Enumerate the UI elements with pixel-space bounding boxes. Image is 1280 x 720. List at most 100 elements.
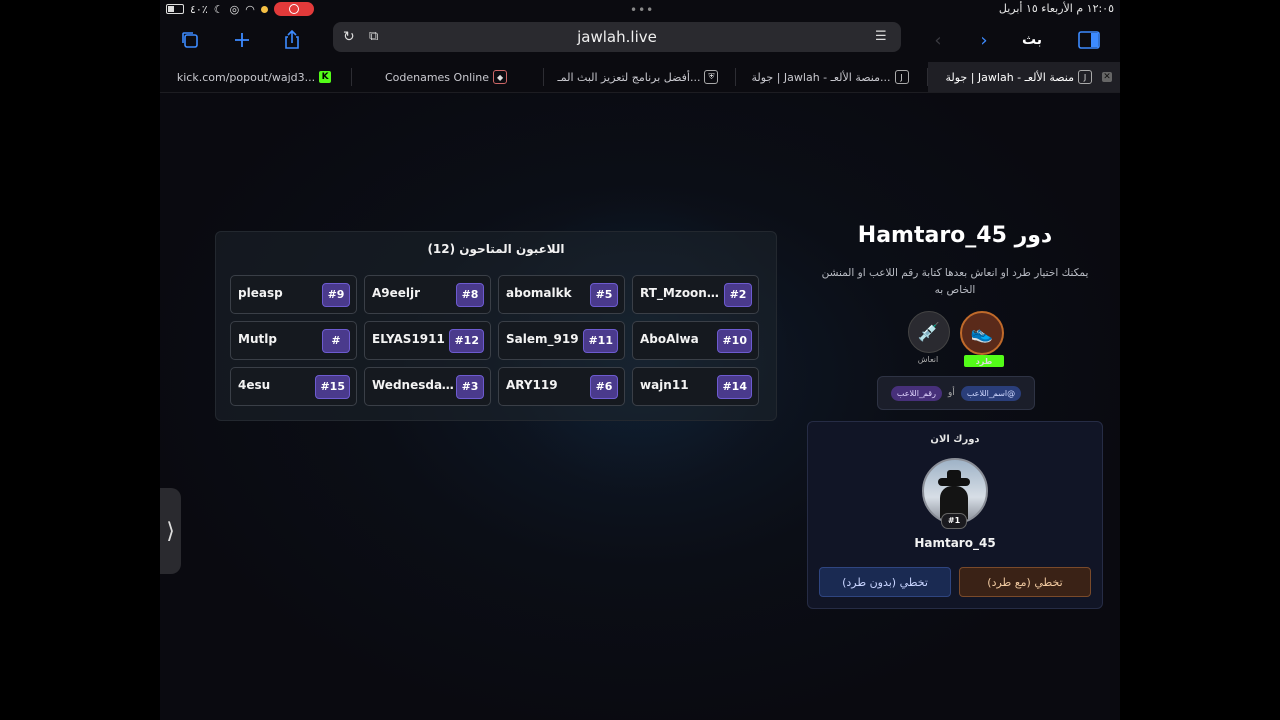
new-tab-icon[interactable] [228,26,256,54]
turn-description: يمكنك اختيار طرد او انعاش بعدها كتابة رق… [821,267,1089,296]
tab-jawlah-active[interactable]: جولة | Jawlah - منصة الألعـ J ✕ [928,62,1120,92]
current-turn-label: دورك الان [930,434,980,445]
current-turn-panel: دورك الان #1 Hamtaro_45 تخطي (مع طرد) تخ… [807,421,1103,609]
player-name: ARY119 [506,378,558,392]
player-card[interactable]: 4esu #15 [230,367,357,406]
broadcast-button[interactable]: بث [1018,26,1046,54]
page-content: اللاعبون المتاحون (12) RT_Mzoone5...#2 a… [160,93,1120,720]
player-card[interactable]: pleasp #9 [230,275,357,314]
player-number: #9 [322,283,350,307]
jawlah-favicon-icon: J [1078,70,1092,84]
multitask-dots-icon[interactable]: ••• [630,3,654,17]
codenames-favicon-icon: ◆ [493,70,508,84]
tab-codenames[interactable]: Codenames Online ◆ [352,62,544,92]
player-name: abomalkk [506,286,572,300]
url-text: jawlah.live [577,28,657,46]
player-name: AboAlwa [640,332,699,346]
player-number: #10 [717,329,752,353]
player-name: A9eeljr [372,286,421,300]
player-name: Mutlp [238,332,277,346]
tab-close-icon[interactable]: ✕ [1102,72,1112,82]
player-name: 4esu [238,378,271,392]
player-name: RT_Mzoone5... [640,286,724,300]
tab-title: جولة | Jawlah - منصة الألعـ [945,70,1074,84]
players-grid: RT_Mzoone5...#2 abomalkk #5 A9eeljr #8 ple… [229,275,759,406]
tab-title: جولة | Jawlah - منصة الألعـ... [751,70,891,84]
extensions-icon[interactable]: ⧉ [369,29,387,45]
revive-action-label: انعاش [917,355,939,364]
or-label: أو [947,388,955,398]
player-name: pleasp [238,286,283,300]
sidebar-handle[interactable]: ⟩ [160,488,181,574]
player-card[interactable]: A9eeljr #8 [364,275,491,314]
number-chip: رقم_اللاعب [890,385,942,401]
player-name: ELYAS1911 [372,332,445,346]
players-title: اللاعبون المتاحون (12) [427,242,565,256]
player-card[interactable]: Wednesday_...#3 [364,367,491,406]
share-icon[interactable] [278,26,306,54]
player-number: #5 [590,283,618,307]
sidebar-toggle-icon[interactable] [1075,26,1103,54]
forward-icon[interactable]: › [970,26,998,54]
skip-without-kick-button[interactable]: تخطي (بدون طرد) [819,567,951,597]
tab-title: أفضل برنامج لتعزيز البث المـ... [557,70,701,84]
tab-bar: جولة | Jawlah - منصة الألعـ J ✕ جولة | J… [160,62,1120,93]
revive-action-button[interactable]: 💉 [908,311,950,353]
kick-favicon-icon: K [319,71,332,83]
kick-action-label: طرد [964,355,1004,367]
player-name: Salem_919 [506,332,579,346]
player-number: #3 [456,375,484,399]
tab-kick[interactable]: kick.com/popout/wajd3... K [160,62,352,92]
battery-icon [166,4,184,14]
status-icons: ٤٠٪ ☾ ◎ ◠ [166,2,314,16]
tab-title: Codenames Online [384,70,490,84]
time-date: ١٢:٠٥ م الأربعاء ١٥ أبريل [998,2,1114,15]
tab-title: kick.com/popout/wajd3... [176,70,316,84]
kick-action-button[interactable]: 👟 [960,311,1004,355]
reader-mode-icon[interactable]: ☰ [875,29,891,45]
player-card[interactable]: wajn11 #14 [632,367,759,406]
player-number: #2 [724,283,752,307]
player-rank-badge: #1 [941,513,967,529]
player-card[interactable]: ELYAS1911 #12 [364,321,491,360]
player-number: #12 [449,329,484,353]
player-number: #11 [583,329,618,353]
syringe-icon: 💉 [917,321,941,343]
player-card[interactable]: AboAlwa #10 [632,321,759,360]
browser-toolbar: ↻ ⧉ jawlah.live ☰ ‹ › بث [160,20,1120,60]
player-number: #8 [456,283,484,307]
skip-with-kick-button[interactable]: تخطي (مع طرد) [959,567,1091,597]
tab-stream-booster[interactable]: أفضل برنامج لتعزيز البث المـ... ⛨ [544,62,736,92]
available-players-panel: اللاعبون المتاحون (12) RT_Mzoone5...#2 a… [215,231,777,421]
wifi-icon: ◠ [245,2,255,16]
shield-favicon-icon: ⛨ [704,70,719,84]
player-number: #14 [717,375,752,399]
current-player-name: Hamtaro_45 [914,536,996,550]
tabs-overview-icon[interactable] [176,26,204,54]
player-card[interactable]: Salem_919 #11 [498,321,625,360]
player-card[interactable]: RT_Mzoone5...#2 [632,275,759,314]
record-icon [288,4,299,14]
mic-indicator-icon [260,5,268,13]
jawlah-favicon-icon: J [894,70,909,84]
player-card[interactable]: ARY119 #6 [498,367,625,406]
sneaker-icon: 👟 [970,322,994,344]
mention-chip: @اسم_اللاعب [960,385,1022,401]
back-icon[interactable]: ‹ [924,26,952,54]
address-bar[interactable]: ↻ ⧉ jawlah.live ☰ [333,22,901,52]
record-indicator[interactable] [273,2,314,16]
browser-window: ٤٠٪ ☾ ◎ ◠ ••• ١٢:٠٥ م الأربعاء ١٥ أبريل … [160,0,1120,720]
turn-title: دور Hamtaro_45 [857,223,1053,248]
player-number: #6 [590,375,618,399]
player-number: # [322,329,350,353]
player-card[interactable]: Mutlp # [230,321,357,360]
player-name: wajn11 [640,378,689,392]
chevron-right-icon: ⟩ [166,518,175,544]
reload-icon[interactable]: ↻ [343,29,359,45]
lock-rotation-icon: ◎ [229,2,240,16]
tab-jawlah-2[interactable]: جولة | Jawlah - منصة الألعـ... J [736,62,928,92]
player-card[interactable]: abomalkk #5 [498,275,625,314]
status-bar: ٤٠٪ ☾ ◎ ◠ ••• ١٢:٠٥ م الأربعاء ١٥ أبريل [160,0,1120,18]
battery-percent: ٤٠٪ [190,2,208,16]
input-hint: @اسم_اللاعب أو رقم_اللاعب [877,376,1035,410]
